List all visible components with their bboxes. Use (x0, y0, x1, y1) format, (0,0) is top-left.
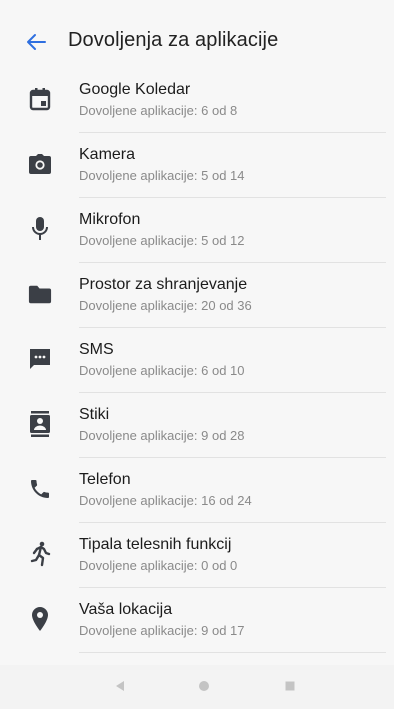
nav-home-button[interactable] (197, 679, 211, 698)
back-button[interactable] (24, 30, 48, 54)
item-subtitle: Dovoljene aplikacije: 9 od 28 (79, 428, 245, 443)
nav-back-icon (116, 681, 124, 691)
item-subtitle: Dovoljene aplikacije: 6 od 8 (79, 103, 238, 118)
page-title: Dovoljenja za aplikacije (68, 29, 279, 51)
system-nav-bar (0, 665, 394, 709)
item-title: Kamera (79, 146, 136, 163)
item-title: SMS (79, 341, 114, 358)
permissions-list: Google Koledar Dovoljene aplikacije: 6 o… (0, 68, 394, 653)
list-item-storage[interactable]: Prostor za shranjevanje Dovoljene aplika… (0, 263, 394, 328)
nav-recents-icon (285, 681, 295, 691)
arrow-left-icon (27, 34, 46, 50)
list-item-camera[interactable]: Kamera Dovoljene aplikacije: 5 od 14 (0, 133, 394, 198)
nav-recents-button[interactable] (283, 679, 297, 698)
item-subtitle: Dovoljene aplikacije: 9 od 17 (79, 623, 245, 638)
calendar-icon (28, 86, 52, 112)
nav-home-icon (199, 681, 209, 691)
list-item-microphone[interactable]: Mikrofon Dovoljene aplikacije: 5 od 12 (0, 198, 394, 263)
item-subtitle: Dovoljene aplikacije: 5 od 12 (79, 233, 245, 248)
microphone-icon (28, 216, 52, 242)
item-title: Stiki (79, 406, 110, 423)
list-item-contacts[interactable]: Stiki Dovoljene aplikacije: 9 od 28 (0, 393, 394, 458)
body-sensors-icon (28, 541, 52, 567)
list-item-body-sensors[interactable]: Tipala telesnih funkcij Dovoljene aplika… (0, 523, 394, 588)
list-item-calendar[interactable]: Google Koledar Dovoljene aplikacije: 6 o… (0, 68, 394, 133)
contacts-icon (28, 411, 52, 437)
divider (79, 652, 386, 653)
list-item-phone[interactable]: Telefon Dovoljene aplikacije: 16 od 24 (0, 458, 394, 523)
item-title: Google Koledar (79, 81, 191, 98)
sms-icon (28, 346, 52, 372)
item-title: Telefon (79, 471, 131, 488)
item-subtitle: Dovoljene aplikacije: 5 od 14 (79, 168, 245, 183)
item-subtitle: Dovoljene aplikacije: 6 od 10 (79, 363, 245, 378)
location-icon (28, 606, 52, 632)
folder-icon (28, 281, 52, 307)
item-title: Vaša lokacija (79, 601, 173, 618)
item-title: Prostor za shranjevanje (79, 276, 248, 293)
phone-icon (28, 476, 52, 502)
item-subtitle: Dovoljene aplikacije: 0 od 0 (79, 558, 238, 573)
list-item-sms[interactable]: SMS Dovoljene aplikacije: 6 od 10 (0, 328, 394, 393)
list-item-location[interactable]: Vaša lokacija Dovoljene aplikacije: 9 od… (0, 588, 394, 653)
item-subtitle: Dovoljene aplikacije: 20 od 36 (79, 298, 252, 313)
item-title: Tipala telesnih funkcij (79, 536, 232, 553)
nav-back-button[interactable] (113, 679, 127, 698)
item-title: Mikrofon (79, 211, 141, 228)
camera-icon (28, 151, 52, 177)
item-subtitle: Dovoljene aplikacije: 16 od 24 (79, 493, 252, 508)
